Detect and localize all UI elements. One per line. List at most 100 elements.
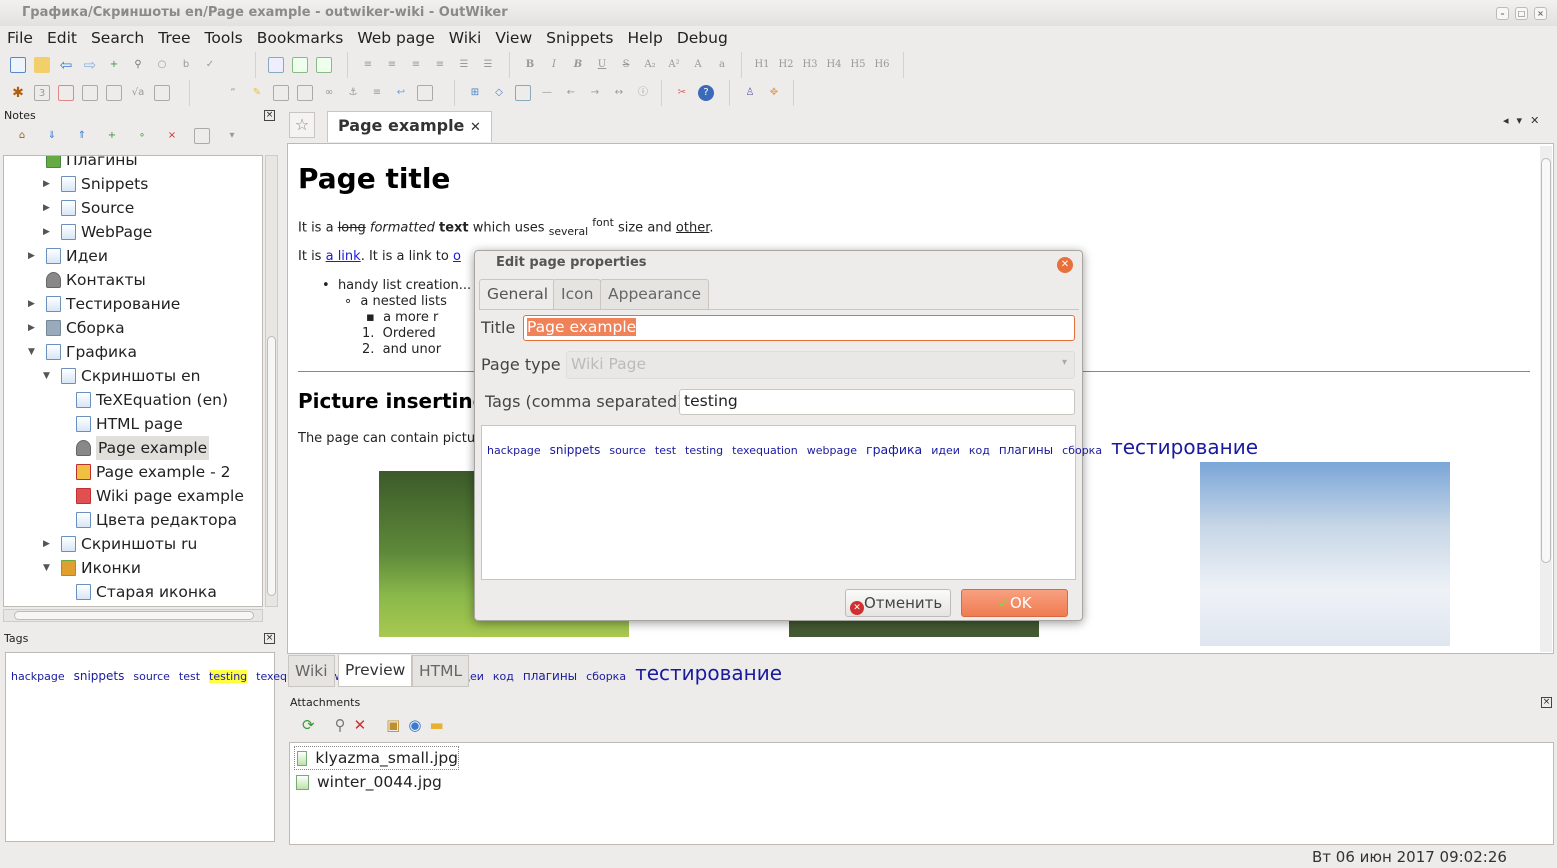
- tab-page-example[interactable]: Page example ✕: [327, 111, 492, 142]
- paste-icon[interactable]: ▣: [386, 716, 400, 734]
- align-left-icon[interactable]: ≡: [360, 57, 376, 73]
- tags-close-button[interactable]: ×: [264, 633, 275, 644]
- heading-1-icon[interactable]: H1: [754, 57, 770, 73]
- heading-5-icon[interactable]: H5: [850, 57, 866, 73]
- menu-search[interactable]: Search: [91, 26, 144, 50]
- dialog-tab-icon[interactable]: Icon: [553, 279, 602, 310]
- align-justify-icon[interactable]: ≡: [432, 57, 448, 73]
- menu-tree[interactable]: Tree: [158, 26, 190, 50]
- tab-list-icon[interactable]: ▾: [1517, 114, 1531, 127]
- tag-link[interactable]: snippets: [74, 669, 125, 683]
- tag-link[interactable]: testing: [685, 444, 723, 457]
- arrow-right-icon[interactable]: →: [587, 85, 603, 101]
- tab-scroll-left-icon[interactable]: ◂: [1503, 114, 1517, 127]
- tree-item[interactable]: Page example - 2: [76, 460, 230, 484]
- link-icon[interactable]: ∞: [321, 85, 337, 101]
- dropdown-icon[interactable]: ▾: [224, 128, 240, 144]
- bold-icon[interactable]: B: [522, 57, 538, 73]
- tag-link[interactable]: snippets: [550, 443, 601, 457]
- tree-item[interactable]: TeXEquation (en): [76, 388, 228, 412]
- edit-properties-icon[interactable]: [194, 128, 210, 144]
- tags-input[interactable]: testing: [679, 389, 1075, 415]
- italic-icon[interactable]: I: [546, 57, 562, 73]
- numbered-list-icon[interactable]: ☰: [480, 57, 496, 73]
- home-icon[interactable]: ⌂: [14, 128, 30, 144]
- close-window-button[interactable]: ×: [1534, 7, 1547, 20]
- dialog-close-button[interactable]: ✕: [1057, 257, 1073, 273]
- menu-debug[interactable]: Debug: [677, 26, 728, 50]
- collapsed-arrow-icon[interactable]: ▶: [28, 244, 35, 268]
- statistics-icon[interactable]: ✂: [674, 85, 690, 101]
- tag-link[interactable]: webpage: [807, 444, 857, 457]
- attachments-close-button[interactable]: ×: [1541, 697, 1552, 708]
- page-type-select[interactable]: Wiki Page ▾: [566, 351, 1075, 379]
- link[interactable]: a link: [326, 249, 361, 264]
- page-template-icon[interactable]: [106, 85, 122, 101]
- tree-item[interactable]: Цвета редактора: [76, 508, 237, 532]
- underline-icon[interactable]: U: [594, 57, 610, 73]
- tree-item[interactable]: ▶ Snippets: [43, 172, 148, 196]
- line-break-icon[interactable]: ≡: [369, 85, 385, 101]
- tag-link[interactable]: source: [609, 444, 646, 457]
- tag-link[interactable]: test: [179, 670, 200, 683]
- bold-italic-icon[interactable]: B: [570, 57, 586, 73]
- collapsed-arrow-icon[interactable]: ▶: [43, 220, 50, 244]
- tree-horizontal-scrollbar[interactable]: [3, 609, 263, 622]
- map-icon[interactable]: ◇: [491, 85, 507, 101]
- tag-link[interactable]: source: [133, 670, 170, 683]
- heading-4-icon[interactable]: H4: [826, 57, 842, 73]
- table-icon[interactable]: [268, 57, 284, 73]
- tag-link[interactable]: hackpage: [11, 670, 65, 683]
- tag-link[interactable]: идеи: [931, 444, 960, 457]
- tree-item[interactable]: ▼ Иконки: [43, 556, 141, 580]
- bug-icon[interactable]: ✱: [10, 85, 26, 101]
- help-icon[interactable]: ?: [698, 85, 714, 101]
- execute-icon[interactable]: ◉: [408, 716, 421, 734]
- gallery-icon[interactable]: [154, 85, 170, 101]
- menu-bookmarks[interactable]: Bookmarks: [257, 26, 344, 50]
- expanded-arrow-icon[interactable]: ▼: [43, 556, 50, 580]
- font-bigger-icon[interactable]: A: [690, 57, 706, 73]
- tree-item[interactable]: ▶ Скриншоты ru: [43, 532, 197, 556]
- collapsed-arrow-icon[interactable]: ▶: [43, 532, 50, 556]
- collapsed-arrow-icon[interactable]: ▶: [28, 316, 35, 340]
- menu-web-page[interactable]: Web page: [357, 26, 434, 50]
- new-page-icon[interactable]: [10, 57, 26, 73]
- font-smaller-icon[interactable]: a: [714, 57, 730, 73]
- user-icon[interactable]: ♙: [742, 85, 758, 101]
- tree-item[interactable]: ▶ Сборка: [28, 316, 125, 340]
- highlight-icon[interactable]: ✎: [249, 85, 265, 101]
- tree-item[interactable]: ▶ Тестирование: [28, 292, 180, 316]
- open-folder-icon[interactable]: [34, 57, 50, 73]
- include-icon[interactable]: [82, 85, 98, 101]
- dialog-tab-general[interactable]: General: [479, 279, 557, 310]
- tag-link[interactable]: hackpage: [487, 444, 541, 457]
- spellcheck-icon[interactable]: ✓: [202, 57, 218, 73]
- tag-link[interactable]: texequation: [732, 444, 798, 457]
- tag-link[interactable]: test: [655, 444, 676, 457]
- add-sibling-icon[interactable]: +: [104, 128, 120, 144]
- delete-icon[interactable]: ✕: [354, 716, 367, 734]
- dialog-tab-appearance[interactable]: Appearance: [600, 279, 710, 310]
- quote-icon[interactable]: “: [225, 85, 241, 101]
- align-center-icon[interactable]: ≡: [384, 57, 400, 73]
- replace-icon[interactable]: b: [178, 57, 194, 73]
- open-folder-icon[interactable]: ▬: [429, 716, 443, 734]
- tag-link[interactable]: тестирование: [1111, 435, 1258, 459]
- preview-scrollbar[interactable]: [1540, 146, 1552, 652]
- maximize-button[interactable]: □: [1515, 7, 1528, 20]
- collapsed-arrow-icon[interactable]: ▶: [28, 292, 35, 316]
- move-down-icon[interactable]: ⇓: [44, 128, 60, 144]
- tree-item[interactable]: Старая иконка: [76, 580, 217, 604]
- title-input[interactable]: Page example: [523, 315, 1075, 341]
- tab-wiki[interactable]: Wiki: [288, 655, 335, 687]
- tag-link[interactable]: код: [493, 670, 514, 683]
- tab-html[interactable]: HTML: [412, 655, 470, 687]
- tree-vertical-scrollbar[interactable]: [265, 155, 278, 607]
- anchor-icon[interactable]: ⚓: [345, 85, 361, 101]
- menu-file[interactable]: File: [7, 26, 33, 50]
- minimize-button[interactable]: –: [1496, 7, 1509, 20]
- collapsed-arrow-icon[interactable]: ▶: [43, 172, 50, 196]
- tree-item[interactable]: Плагины: [46, 156, 138, 172]
- collapsed-arrow-icon[interactable]: ▶: [43, 196, 50, 220]
